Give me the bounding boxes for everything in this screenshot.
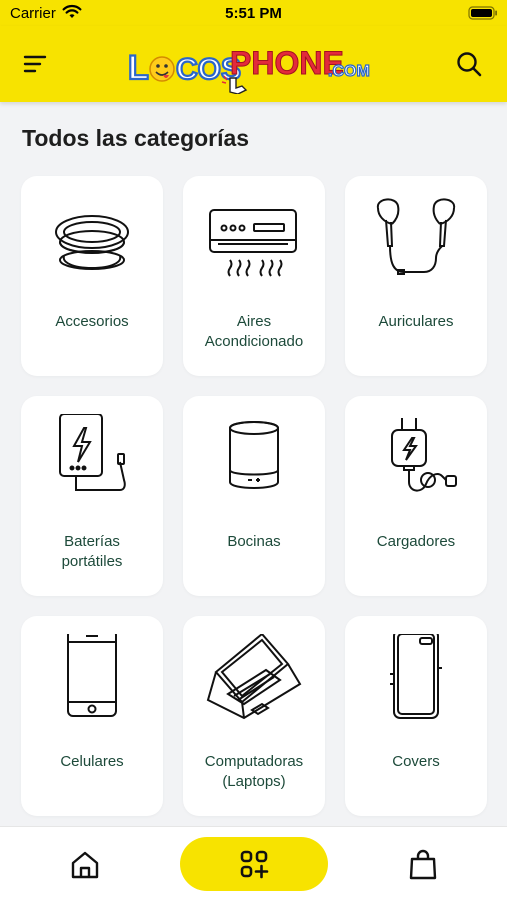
laptop-icon	[206, 634, 302, 720]
category-card-auriculares[interactable]: Auriculares	[345, 176, 487, 376]
smiley-icon	[149, 56, 175, 82]
category-label: Accesorios	[55, 313, 129, 330]
category-label: Celulares	[60, 753, 124, 770]
clock: 5:51 PM	[225, 5, 282, 22]
speaker-icon	[229, 421, 279, 489]
charger-icon	[391, 418, 457, 492]
search-button[interactable]	[453, 48, 485, 80]
categories-icon	[240, 850, 269, 879]
category-label: Covers	[392, 753, 440, 770]
shopping-bag-icon	[409, 849, 437, 880]
popsocket-icon	[55, 215, 129, 270]
logo-letter: L	[128, 49, 149, 87]
earphones-icon	[376, 198, 456, 275]
category-card-bocinas[interactable]: Bocinas	[183, 396, 325, 596]
brand-logo[interactable]: L COS PHONE .COM	[126, 36, 376, 95]
category-card-accesorios[interactable]: Accesorios	[21, 176, 163, 376]
category-card-cargadores[interactable]: Cargadores	[345, 396, 487, 596]
category-label: Bocinas	[227, 533, 281, 550]
logo-phone: PHONE	[230, 45, 344, 81]
status-bar: Carrier 5:51 PM	[0, 0, 507, 26]
category-card-baterias-portatiles[interactable]: Baterías portátiles	[21, 396, 163, 596]
page-title: Todos las categorías	[22, 125, 250, 151]
nav-home-button[interactable]	[66, 847, 104, 883]
smartphone-icon	[67, 634, 117, 717]
nav-categories-button[interactable]	[180, 837, 328, 891]
app-header: L COS PHONE .COM	[0, 26, 507, 102]
phone-cover-icon	[390, 634, 442, 719]
category-label: Cargadores	[376, 533, 456, 550]
power-bank-icon	[59, 414, 126, 491]
battery-icon	[468, 6, 498, 25]
bottom-nav	[0, 826, 507, 900]
hamburger-icon	[23, 55, 47, 73]
search-icon	[457, 52, 482, 77]
category-label: Aires Acondicionado	[204, 313, 304, 350]
category-card-aires-acondicionados[interactable]: Aires Acondicionado	[183, 176, 325, 376]
air-conditioner-icon	[209, 209, 297, 277]
category-card-covers[interactable]: Covers	[345, 616, 487, 816]
category-label: Baterías portátiles	[61, 533, 123, 570]
menu-button[interactable]	[18, 49, 52, 79]
category-label: Computadoras (Laptops)	[204, 753, 304, 790]
home-icon	[71, 851, 99, 879]
category-card-computadoras-laptops[interactable]: Computadoras (Laptops)	[183, 616, 325, 816]
category-card-celulares[interactable]: Celulares	[21, 616, 163, 816]
nav-cart-button[interactable]	[404, 847, 442, 883]
logo-dotcom: .COM	[328, 63, 370, 80]
category-label: Auriculares	[378, 313, 454, 330]
